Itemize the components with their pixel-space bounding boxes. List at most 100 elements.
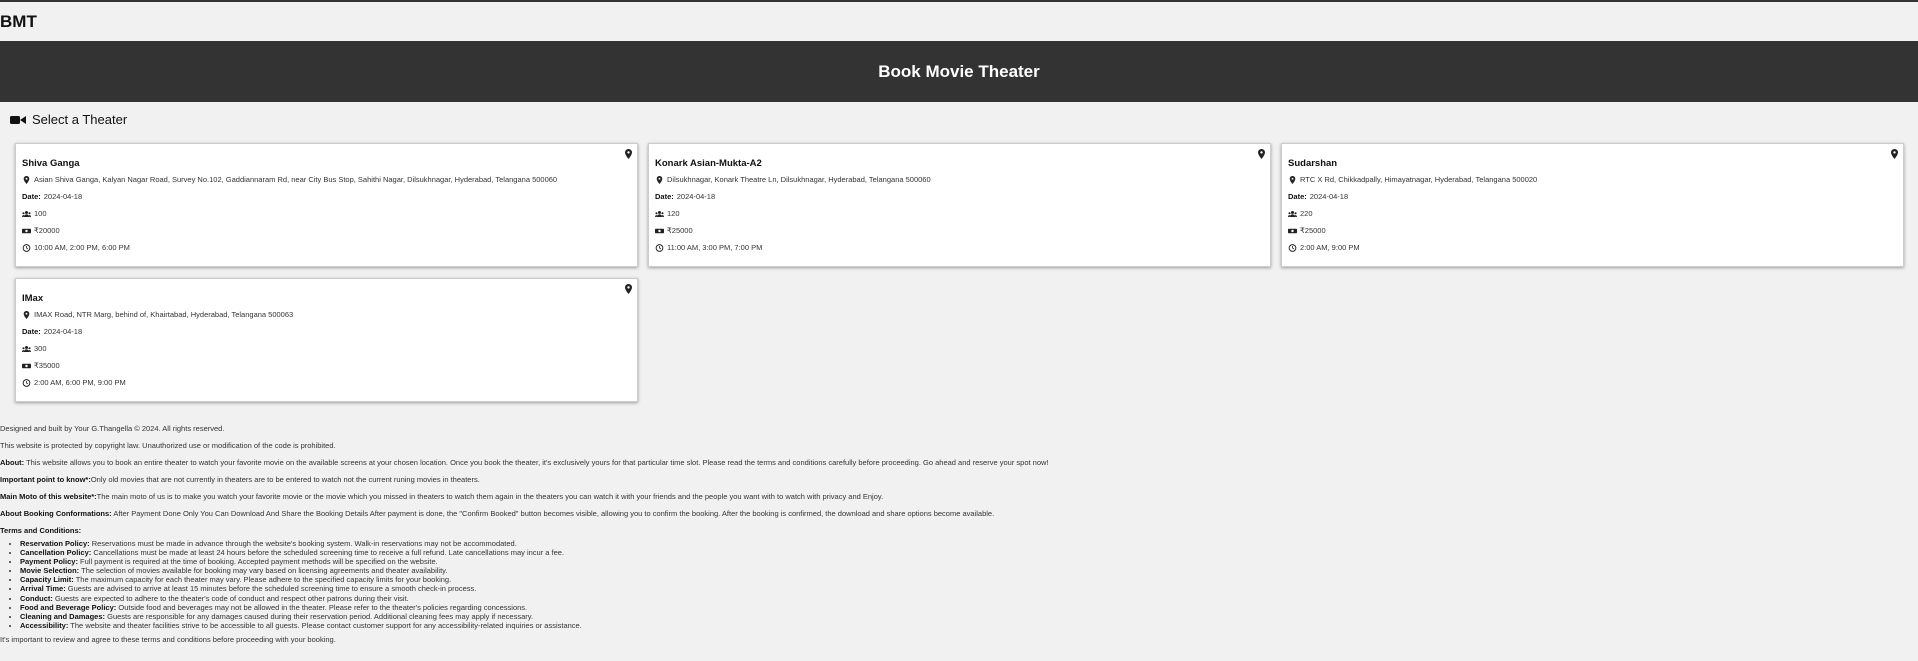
money-icon — [1288, 228, 1297, 233]
clock-icon — [655, 243, 664, 252]
theater-name: Shiva Ganga — [22, 158, 80, 169]
footer-credit: Designed and built by Your G.Thangella ©… — [0, 424, 225, 433]
page-banner: Book Movie Theater — [0, 41, 1918, 102]
theater-price: ₹25000 — [667, 226, 693, 235]
about-label: About: — [0, 458, 25, 467]
list-item: Conduct: Guests are expected to adhere t… — [20, 594, 1918, 603]
theater-capacity: 100 — [34, 209, 47, 218]
term-text: Reservations must be made in advance thr… — [89, 539, 517, 548]
users-icon — [22, 345, 31, 352]
theater-address: RTC X Rd, Chikkadpally, Himayatnagar, Hy… — [1300, 175, 1538, 184]
footer-copyright: This website is protected by copyright l… — [0, 441, 336, 450]
location-icon — [1289, 175, 1296, 184]
term-text: The selection of movies available for bo… — [79, 566, 448, 576]
theater-capacity: 220 — [1300, 209, 1313, 218]
page-title: Book Movie Theater — [878, 61, 1040, 81]
clock-icon — [22, 378, 31, 387]
date-label: Date: — [1288, 192, 1307, 201]
list-item: Movie Selection: The selection of movies… — [20, 566, 1918, 575]
term-text: Outside food and beverages may not be al… — [116, 602, 528, 612]
term-text: Full payment is required at the time of … — [77, 557, 438, 567]
money-icon — [22, 363, 31, 368]
list-item: Cancellation Policy: Cancellations must … — [20, 548, 1918, 557]
term-label: Movie Selection: — [20, 566, 80, 576]
term-label: Capacity Limit: — [20, 575, 74, 585]
users-icon — [22, 210, 31, 217]
theater-name: Sudarshan — [1288, 158, 1338, 169]
term-label: Reservation Policy: — [20, 539, 90, 548]
map-pin-icon — [1891, 149, 1898, 159]
theater-card[interactable]: IMax IMAX Road, NTR Marg, behind of, Kha… — [15, 278, 638, 402]
brand-logo[interactable]: BMT — [0, 12, 37, 32]
theater-address: Asian Shiva Ganga, Kalyan Nagar Road, Su… — [34, 175, 558, 184]
theater-card[interactable]: Sudarshan RTC X Rd, Chikkadpally, Himaya… — [1281, 143, 1904, 267]
term-text: The website and theater facilities striv… — [68, 620, 582, 630]
theater-price: ₹20000 — [34, 226, 60, 235]
select-theater-heading: Select a Theater — [10, 112, 127, 127]
theater-address: Dilsukhnagar, Konark Theatre Ln, Dilsukh… — [667, 175, 931, 184]
booking-text: After Payment Done Only You Can Download… — [111, 509, 995, 518]
select-theater-label: Select a Theater — [32, 112, 128, 127]
money-icon — [655, 228, 664, 233]
term-label: Conduct: — [20, 593, 53, 603]
footer-important: Important point to know*:Only old movies… — [0, 475, 1918, 492]
moto-label: Main Moto of this website*: — [0, 492, 97, 501]
money-icon — [22, 228, 31, 233]
location-icon — [23, 310, 30, 319]
term-text: Cancellations must be made at least 24 h… — [91, 548, 565, 558]
terms-label: Terms and Conditions: — [0, 526, 82, 535]
theater-card[interactable]: Shiva Ganga Asian Shiva Ganga, Kalyan Na… — [15, 143, 638, 267]
theater-price: ₹35000 — [34, 361, 60, 370]
list-item: Reservation Policy: Reservations must be… — [20, 539, 1918, 548]
booking-label: About Booking Conformations: — [0, 509, 112, 518]
term-label: Cleaning and Damages: — [20, 611, 106, 621]
theater-date: 2024-04-18 — [43, 192, 83, 201]
users-icon — [1288, 210, 1297, 217]
term-label: Payment Policy: — [20, 557, 78, 567]
theater-times: 11:00 AM, 3:00 PM, 7:00 PM — [667, 243, 763, 252]
list-item: Accessibility: The website and theater f… — [20, 621, 1918, 630]
footer-booking: About Booking Conformations: After Payme… — [0, 509, 1918, 526]
theater-capacity: 300 — [34, 344, 47, 353]
important-label: Important point to know*: — [0, 475, 91, 484]
theater-name: IMax — [22, 293, 44, 304]
theater-date: 2024-04-18 — [676, 192, 716, 201]
about-text: This website allows you to book an entir… — [24, 458, 1049, 467]
map-pin-icon — [625, 149, 632, 159]
terms-closing: It's important to review and agree to th… — [0, 634, 336, 644]
theater-capacity: 120 — [667, 209, 680, 218]
theater-times: 10:00 AM, 2:00 PM, 6:00 PM — [34, 243, 130, 252]
map-pin-icon — [1258, 149, 1265, 159]
terms-heading: Terms and Conditions: — [0, 526, 1918, 539]
date-label: Date: — [655, 192, 674, 201]
location-icon — [23, 175, 30, 184]
location-icon — [656, 175, 663, 184]
important-text: Only old movies that are not currently i… — [90, 475, 480, 484]
term-label: Food and Beverage Policy: — [20, 602, 117, 612]
list-item: Arrival Time: Guests are advised to arri… — [20, 584, 1918, 593]
theater-name: Konark Asian-Mukta-A2 — [655, 158, 762, 169]
term-label: Cancellation Policy: — [20, 548, 92, 558]
theater-price: ₹25000 — [1300, 226, 1326, 235]
theater-card[interactable]: Konark Asian-Mukta-A2 Dilsukhnagar, Kona… — [648, 143, 1271, 267]
date-label: Date: — [22, 192, 41, 201]
date-label: Date: — [22, 327, 41, 336]
list-item: Cleaning and Damages: Guests are respons… — [20, 612, 1918, 621]
term-text: The maximum capacity for each theater ma… — [73, 575, 452, 585]
terms-list: Reservation Policy: Reservations must be… — [0, 539, 1918, 630]
moto-text: The main moto of us is to make you watch… — [96, 492, 884, 501]
theater-date: 2024-04-18 — [1309, 192, 1349, 201]
video-camera-icon — [10, 115, 26, 124]
theater-times: 2:00 AM, 9:00 PM — [1300, 243, 1360, 252]
clock-icon — [1288, 243, 1297, 252]
term-text: Guests are responsible for any damages c… — [105, 611, 534, 621]
footer-moto: Main Moto of this website*:The main moto… — [0, 492, 1918, 509]
footer-about: About: This website allows you to book a… — [0, 458, 1918, 475]
theater-times: 2:00 AM, 6:00 PM, 9:00 PM — [34, 378, 126, 387]
users-icon — [655, 210, 664, 217]
term-label: Accessibility: — [20, 620, 69, 630]
clock-icon — [22, 243, 31, 252]
list-item: Food and Beverage Policy: Outside food a… — [20, 603, 1918, 612]
term-text: Guests are expected to adhere to the the… — [52, 593, 409, 603]
theater-date: 2024-04-18 — [43, 327, 83, 336]
